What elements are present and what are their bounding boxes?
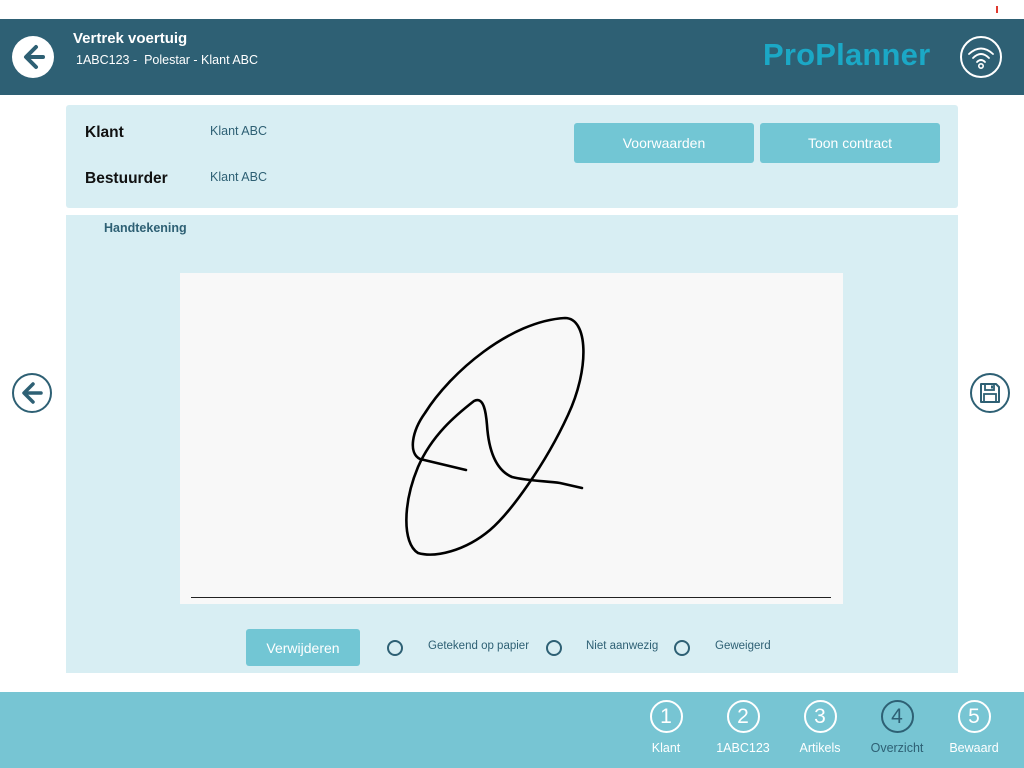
customer-label: Klant	[85, 124, 124, 141]
step-number: 3	[803, 700, 837, 733]
page-subtitle: 1ABC123 - Polestar - Klant ABC	[76, 53, 259, 67]
terms-button[interactable]: Voorwaarden	[574, 123, 754, 163]
customer-value: Klant ABC	[210, 124, 267, 138]
radio-not-present[interactable]	[546, 640, 562, 656]
step-label: 1ABC123	[716, 741, 770, 755]
step-label: Artikels	[799, 741, 841, 755]
wifi-icon	[968, 47, 994, 69]
step-overview[interactable]: 4 Overzicht	[858, 700, 936, 755]
back-button[interactable]	[12, 36, 54, 78]
signature-stroke	[405, 316, 585, 556]
delete-signature-button[interactable]: Verwijderen	[246, 629, 360, 666]
step-vehicle[interactable]: 2 1ABC123	[704, 700, 782, 755]
step-label: Bewaard	[949, 741, 999, 755]
signature-panel: Handtekening Verwijderen Getekend op pap…	[66, 215, 958, 673]
radio-signed-on-paper[interactable]	[387, 640, 403, 656]
floppy-disk-icon	[980, 383, 1000, 403]
page-title: Vertrek voertuig	[73, 30, 188, 47]
driver-value: Klant ABC	[210, 170, 267, 184]
step-number: 5	[957, 700, 991, 733]
signature-baseline	[191, 597, 831, 598]
previous-button[interactable]	[12, 373, 52, 413]
driver-label: Bestuurder	[85, 170, 168, 187]
step-navigation: 1 Klant 2 1ABC123 3 Artikels 4 Overzicht…	[0, 692, 1024, 768]
show-contract-button[interactable]: Toon contract	[760, 123, 940, 163]
arrow-left-icon	[22, 382, 43, 404]
status-indicator	[996, 6, 998, 13]
step-number: 1	[649, 700, 683, 733]
step-label: Overzicht	[870, 741, 924, 755]
signature-canvas[interactable]	[180, 273, 843, 604]
step-saved[interactable]: 5 Bewaard	[935, 700, 1013, 755]
radio-label-not-present: Niet aanwezig	[586, 640, 659, 652]
step-customer[interactable]: 1 Klant	[627, 700, 705, 755]
app-logo: ProPlanner	[763, 37, 931, 72]
save-button[interactable]	[970, 373, 1010, 413]
app-header: Vertrek voertuig 1ABC123 - Polestar - Kl…	[0, 19, 1024, 95]
radio-refused[interactable]	[674, 640, 690, 656]
contract-info-card: Klant Klant ABC Bestuurder Klant ABC Voo…	[66, 105, 958, 208]
radio-label-signed-on-paper: Getekend op papier	[428, 640, 530, 652]
arrow-left-icon	[24, 45, 45, 69]
connection-status[interactable]	[960, 36, 1002, 78]
step-number: 4	[880, 700, 914, 733]
step-label: Klant	[651, 741, 681, 755]
signature-title: Handtekening	[104, 221, 187, 235]
step-number: 2	[726, 700, 760, 733]
radio-label-refused: Geweigerd	[715, 640, 771, 652]
status-bar	[0, 0, 1024, 19]
step-articles[interactable]: 3 Artikels	[781, 700, 859, 755]
